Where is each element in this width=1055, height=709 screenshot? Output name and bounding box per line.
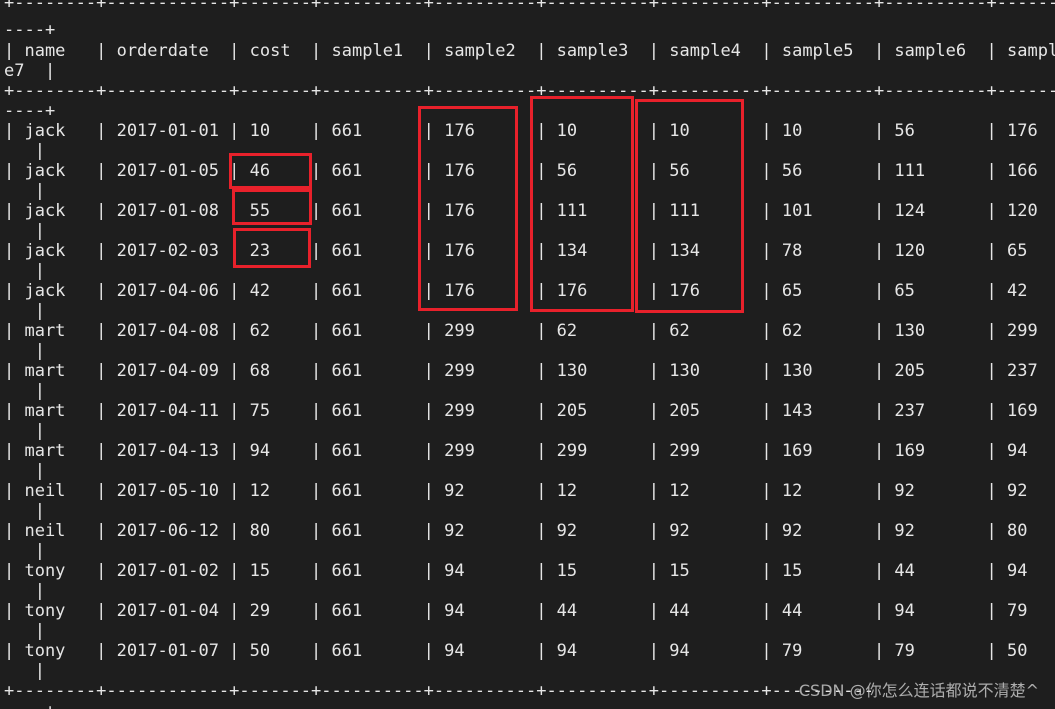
table-row-cont: | — [4, 381, 45, 401]
table-row-cont: | — [4, 581, 45, 601]
table-row-cont: | — [4, 221, 45, 241]
table-row-cont: | — [4, 621, 45, 641]
table-row: | mart | 2017-04-11 | 75 | 661 | 299 | 2… — [4, 401, 1038, 421]
table-row-cont: | — [4, 261, 45, 281]
csdn-watermark: CSDN @你怎么连话都说不清楚^ — [798, 681, 1039, 700]
table-row: | neil | 2017-06-12 | 80 | 661 | 92 | 92… — [4, 521, 1028, 541]
table-row: | mart | 2017-04-09 | 68 | 661 | 299 | 1… — [4, 361, 1038, 381]
table-bottom-border: +--------+------------+-------+---------… — [4, 681, 874, 701]
table-top-border: +--------+------------+-------+---------… — [4, 0, 1055, 13]
table-row: | jack | 2017-02-03 | 23 | 661 | 176 | 1… — [4, 241, 1028, 261]
table-top-border-cont: ----+ — [4, 20, 56, 40]
terminal-window[interactable]: +--------+------------+-------+---------… — [0, 0, 1055, 709]
table-row-cont: | — [4, 141, 45, 161]
table-row: | jack | 2017-01-05 | 46 | 661 | 176 | 5… — [4, 161, 1038, 181]
table-header-row: | name | orderdate | cost | sample1 | sa… — [4, 41, 1055, 61]
table-row-cont: | — [4, 541, 45, 561]
table-row: | mart | 2017-04-13 | 94 | 661 | 299 | 2… — [4, 441, 1028, 461]
table-row: | mart | 2017-04-08 | 62 | 661 | 299 | 6… — [4, 321, 1038, 341]
table-row: | jack | 2017-04-06 | 42 | 661 | 176 | 1… — [4, 281, 1028, 301]
table-row-cont: | — [4, 501, 45, 521]
table-row: | neil | 2017-05-10 | 12 | 661 | 92 | 12… — [4, 481, 1028, 501]
table-header-border-cont: ----+ — [4, 101, 56, 121]
table-row: | tony | 2017-01-04 | 29 | 661 | 94 | 44… — [4, 601, 1028, 621]
table-row-cont: | — [4, 661, 45, 681]
table-row: | tony | 2017-01-07 | 50 | 661 | 94 | 94… — [4, 641, 1028, 661]
table-bottom-border-cont: ----+ — [4, 701, 55, 709]
table-row-cont: | — [4, 181, 45, 201]
table-header-row-cont: e7 | — [4, 61, 56, 81]
table-row-cont: | — [4, 421, 45, 441]
table-row: | tony | 2017-01-02 | 15 | 661 | 94 | 15… — [4, 561, 1028, 581]
table-row: | jack | 2017-01-08 | 55 | 661 | 176 | 1… — [4, 201, 1038, 221]
table-row-cont: | — [4, 461, 45, 481]
table-header-border: +--------+------------+-------+---------… — [4, 81, 1055, 101]
table-row-cont: | — [4, 301, 45, 321]
table-row-cont: | — [4, 341, 45, 361]
table-row: | jack | 2017-01-01 | 10 | 661 | 176 | 1… — [4, 121, 1038, 141]
